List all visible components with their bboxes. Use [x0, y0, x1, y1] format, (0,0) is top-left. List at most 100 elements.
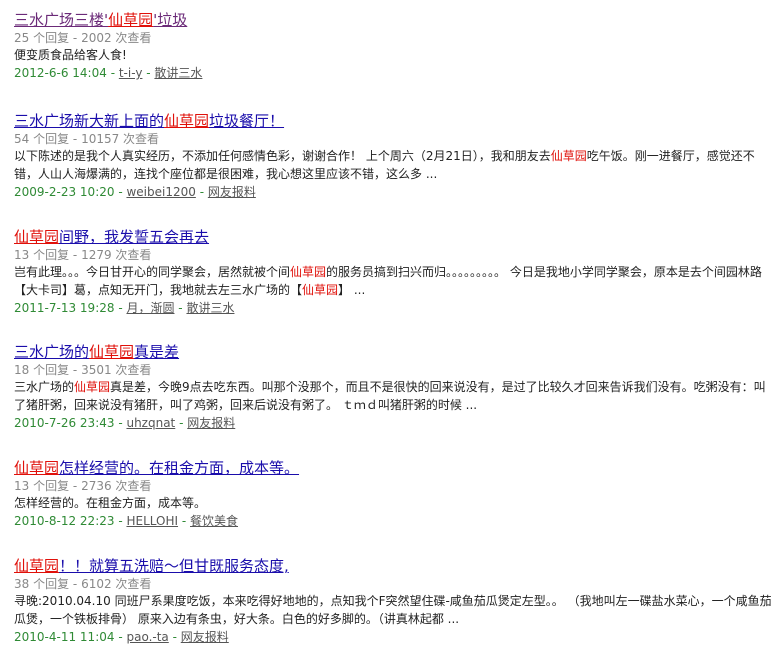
keyword-highlight: 仙草园 — [164, 112, 210, 130]
post-info: 2010-8-12 22:23 - HELLOHI - 餐饮美食 — [14, 512, 774, 530]
info-separator: - — [174, 301, 187, 315]
keyword-highlight: 仙草园 — [89, 343, 135, 361]
category-link[interactable]: 网友报料 — [181, 630, 229, 644]
reply-view-count: 18 个回复 - 3501 次查看 — [14, 362, 774, 378]
reply-count: 18 个回复 — [14, 363, 70, 377]
category-link[interactable]: 散讲三水 — [154, 66, 202, 80]
view-count: 2002 次查看 — [81, 31, 152, 45]
snippet-text: 寻晚:2010.04.10 同班尸系果度吃饭，本来吃得好地地的，点知我个F突然望… — [14, 594, 772, 626]
snippet-text: 】 ... — [338, 283, 366, 297]
category-link[interactable]: 散讲三水 — [186, 301, 234, 315]
keyword-highlight: 仙草园 — [108, 11, 154, 29]
search-result-item: 仙草园！！就算五洗赔～但甘既服务态度, 38 个回复 - 6102 次查看 寻晚:2… — [14, 556, 774, 646]
snippet-text: 真是差，今晚9点去吃东西。叫那个没那个，而且不是很快的回来说没有，是过了比较久才… — [14, 380, 766, 412]
post-info: 2010-4-11 11:04 - pao.-ta - 网友报料 — [14, 628, 774, 646]
result-title-link[interactable]: 三水广场新大新上面的仙草园垃圾餐厅！ — [14, 111, 300, 131]
title-text: 真是差 — [134, 343, 180, 361]
meta-separator: - — [69, 132, 82, 146]
result-title-link[interactable]: 仙草园！！就算五洗赔～但甘既服务态度, — [14, 556, 306, 576]
author-link[interactable]: pao.-ta — [126, 630, 168, 644]
info-separator: - — [106, 66, 119, 80]
info-separator: - — [114, 185, 127, 199]
author-link[interactable]: uhzqnat — [126, 416, 175, 430]
title-text: 三水广场新大新上面的 — [14, 112, 165, 130]
meta-separator: - — [69, 577, 82, 591]
search-result-item: 仙草园间野，我发誓五会再去 13 个回复 - 1279 次查看 岂有此理。。。今日甘… — [14, 227, 774, 317]
title-text: 怎样经营的。在租金方面，成本等。 — [59, 459, 300, 477]
view-count: 10157 次查看 — [81, 132, 160, 146]
snippet-text: 以下陈述的是我个人真实经历，不添加任何感情色彩，谢谢合作！ 上个周六（2月21日… — [14, 149, 551, 163]
info-separator: - — [114, 514, 127, 528]
info-separator: - — [114, 416, 127, 430]
reply-view-count: 13 个回复 - 2736 次查看 — [14, 478, 774, 494]
info-separator: - — [178, 514, 190, 528]
author-link[interactable]: t-i-y — [119, 66, 143, 80]
title-text: ！！就算五洗赔～但甘既服务态度, — [59, 557, 289, 575]
keyword-highlight: 仙草园 — [290, 265, 327, 279]
meta-separator: - — [69, 363, 82, 377]
snippet-text: 岂有此理。。。今日甘开心的同学聚会，居然就被个间 — [14, 265, 291, 279]
post-info: 2011-7-13 19:28 - 月，渐圆 - 散讲三水 — [14, 299, 774, 317]
post-date: 2010-4-11 11:04 — [14, 630, 115, 644]
view-count: 2736 次查看 — [81, 479, 152, 493]
reply-count: 54 个回复 — [14, 132, 70, 146]
title-text: 三水广场三楼' — [14, 11, 109, 29]
view-count: 1279 次查看 — [81, 248, 152, 262]
author-link[interactable]: weibei1200 — [126, 185, 195, 199]
post-info: 2012-6-6 14:04 - t-i-y - 散讲三水 — [14, 64, 774, 82]
info-separator: - — [114, 301, 127, 315]
author-link[interactable]: HELLOHI — [126, 514, 178, 528]
info-separator: - — [175, 416, 188, 430]
snippet-text: 便变质食品给客人食! — [14, 48, 127, 62]
reply-count: 25 个回复 — [14, 31, 70, 45]
reply-count: 38 个回复 — [14, 577, 70, 591]
search-results-list: 三水广场三楼'仙草园'垃圾 25 个回复 - 2002 次查看 便变质食品给客人食!… — [0, 0, 782, 654]
search-result-item: 三水广场的仙草园真是差 18 个回复 - 3501 次查看 三水广场的仙草园真是差，… — [14, 342, 774, 432]
result-title-link[interactable]: 仙草园间野，我发誓五会再去 — [14, 227, 220, 247]
post-date: 2012-6-6 14:04 — [14, 66, 107, 80]
category-link[interactable]: 网友报料 — [208, 185, 256, 199]
post-info: 2009-2-23 10:20 - weibei1200 - 网友报料 — [14, 183, 774, 201]
snippet-text: 怎样经营的。在租金方面，成本等。 — [14, 496, 207, 510]
reply-view-count: 25 个回复 - 2002 次查看 — [14, 30, 774, 46]
reply-view-count: 13 个回复 - 1279 次查看 — [14, 247, 774, 263]
post-date: 2010-8-12 22:23 — [14, 514, 115, 528]
result-snippet: 怎样经营的。在租金方面，成本等。 — [14, 494, 774, 512]
title-text: 垃圾餐厅！ — [209, 112, 285, 130]
meta-separator: - — [69, 248, 82, 262]
reply-view-count: 54 个回复 - 10157 次查看 — [14, 131, 774, 147]
category-link[interactable]: 餐饮美食 — [190, 514, 238, 528]
result-title-link[interactable]: 三水广场三楼'仙草园'垃圾 — [14, 10, 194, 30]
search-result-item: 仙草园怎样经营的。在租金方面，成本等。 13 个回复 - 2736 次查看 怎样经营… — [14, 458, 774, 530]
result-snippet: 三水广场的仙草园真是差，今晚9点去吃东西。叫那个没那个，而且不是很快的回来说没有… — [14, 378, 774, 414]
title-text: 间野，我发誓五会再去 — [59, 228, 210, 246]
reply-count: 13 个回复 — [14, 479, 70, 493]
result-title-link[interactable]: 仙草园怎样经营的。在租金方面，成本等。 — [14, 458, 316, 478]
search-result-item: 三水广场三楼'仙草园'垃圾 25 个回复 - 2002 次查看 便变质食品给客人食!… — [14, 10, 774, 82]
view-count: 6102 次查看 — [81, 577, 152, 591]
info-separator: - — [168, 630, 181, 644]
post-date: 2011-7-13 19:28 — [14, 301, 115, 315]
reply-count: 13 个回复 — [14, 248, 70, 262]
meta-separator: - — [69, 479, 82, 493]
keyword-highlight: 仙草园 — [14, 557, 60, 575]
keyword-highlight: 仙草园 — [74, 380, 111, 394]
result-snippet: 便变质食品给客人食! — [14, 46, 774, 64]
result-snippet: 以下陈述的是我个人真实经历，不添加任何感情色彩，谢谢合作！ 上个周六（2月21日… — [14, 147, 774, 183]
search-result-item: 三水广场新大新上面的仙草园垃圾餐厅！ 54 个回复 - 10157 次查看 以下陈述… — [14, 111, 774, 201]
keyword-highlight: 仙草园 — [302, 283, 339, 297]
title-text: 三水广场的 — [14, 343, 90, 361]
result-snippet: 岂有此理。。。今日甘开心的同学聚会，居然就被个间仙草园的服务员搞到扫兴而归。。。… — [14, 263, 774, 299]
result-title-link[interactable]: 三水广场的仙草园真是差 — [14, 342, 188, 362]
info-separator: - — [114, 630, 127, 644]
title-text: '垃圾 — [153, 11, 188, 29]
keyword-highlight: 仙草园 — [14, 228, 60, 246]
snippet-text: 三水广场的 — [14, 380, 75, 394]
post-date: 2009-2-23 10:20 — [14, 185, 115, 199]
author-link[interactable]: 月，渐圆 — [126, 301, 174, 315]
post-date: 2010-7-26 23:43 — [14, 416, 115, 430]
view-count: 3501 次查看 — [81, 363, 152, 377]
result-snippet: 寻晚:2010.04.10 同班尸系果度吃饭，本来吃得好地地的，点知我个F突然望… — [14, 592, 774, 628]
category-link[interactable]: 网友报料 — [187, 416, 235, 430]
post-info: 2010-7-26 23:43 - uhzqnat - 网友报料 — [14, 414, 774, 432]
